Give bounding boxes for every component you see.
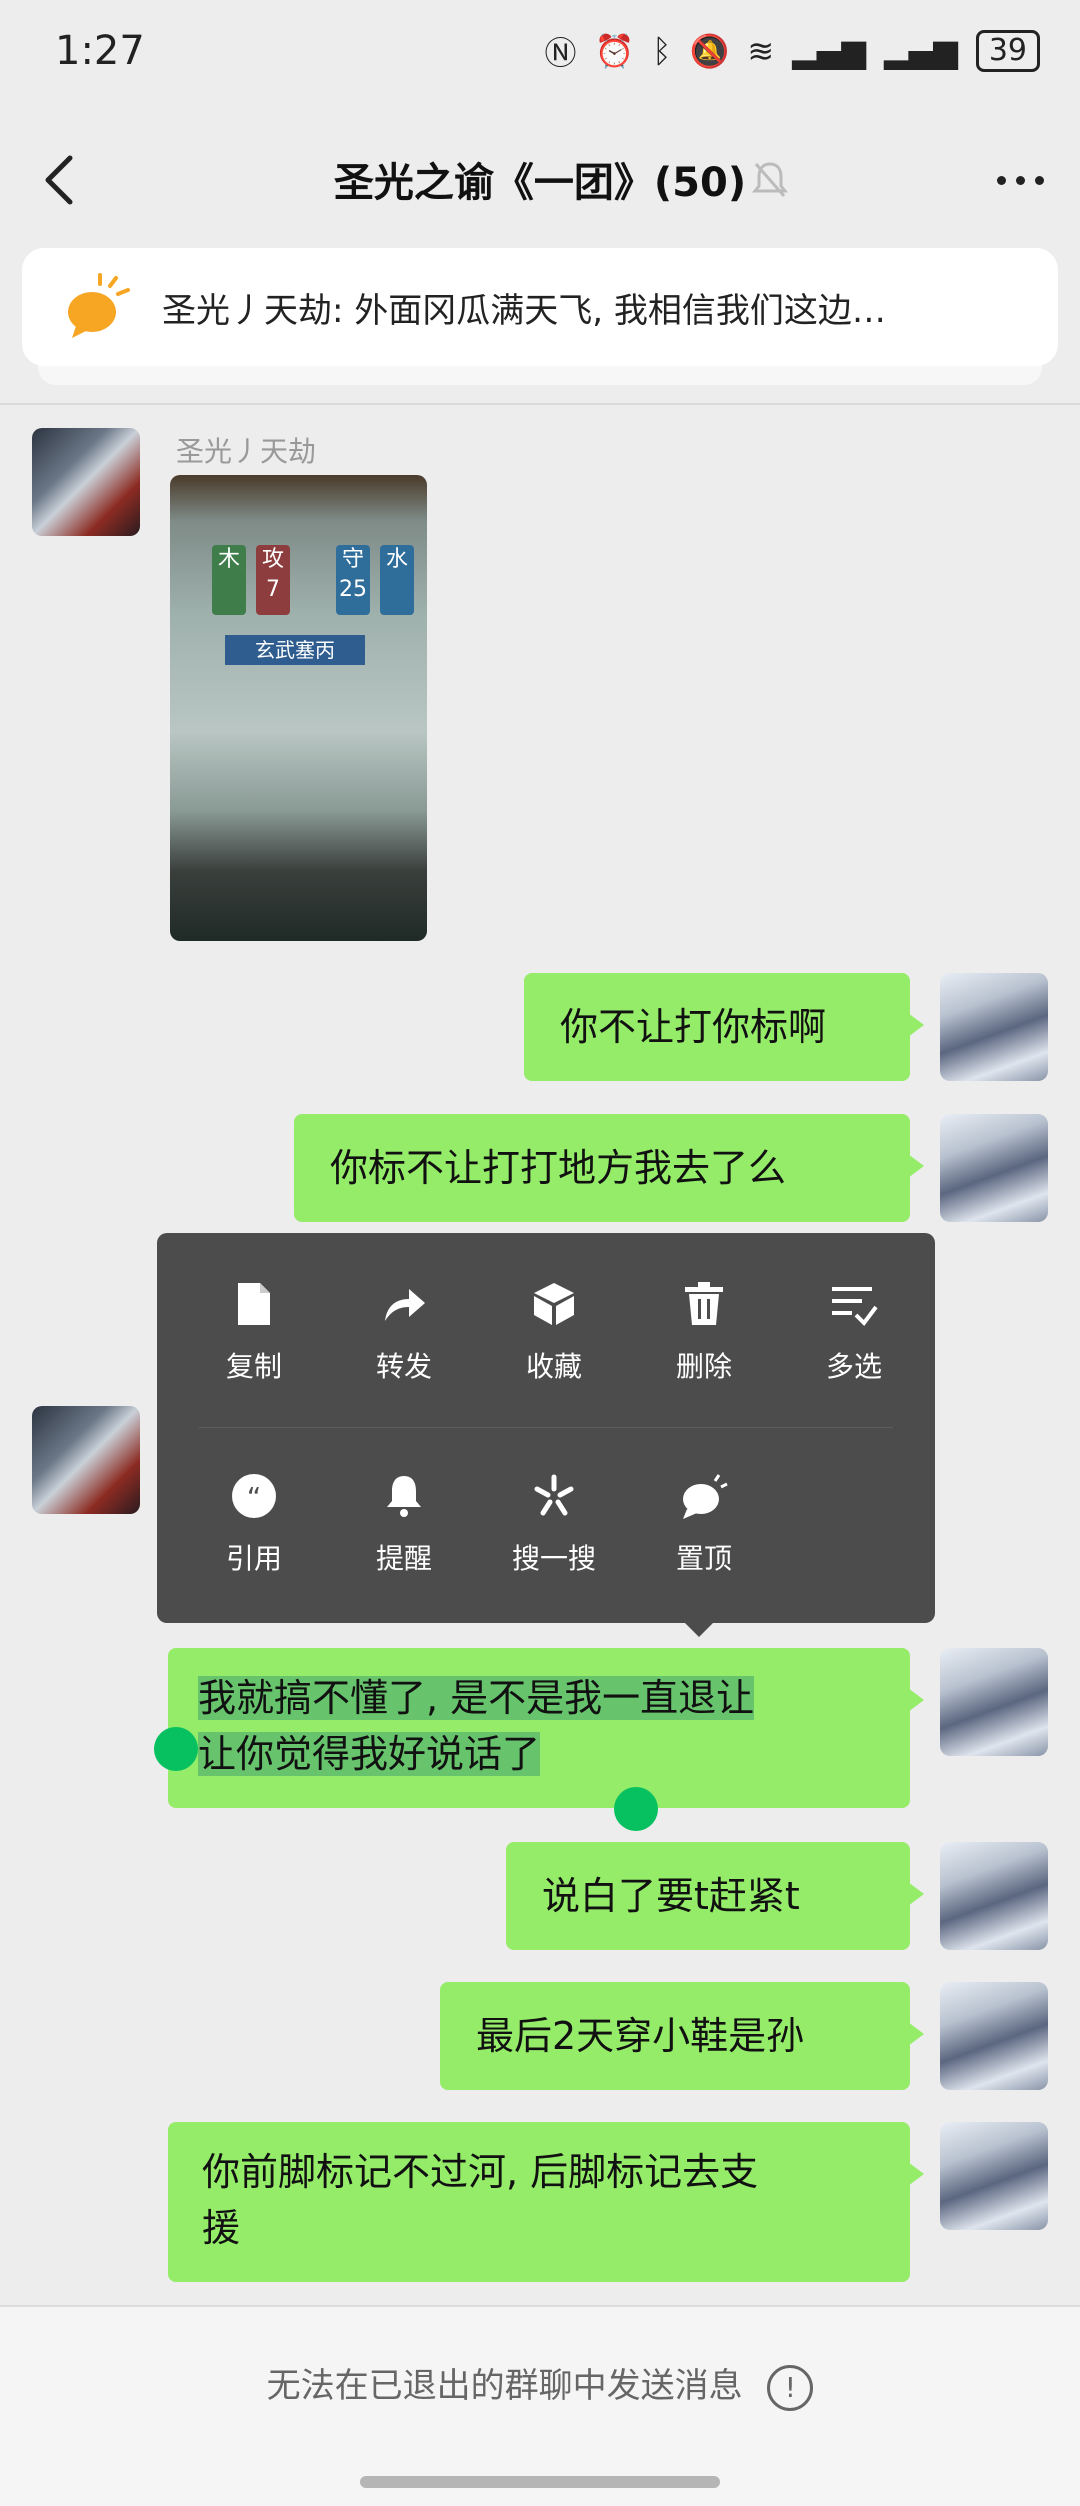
info-icon[interactable]: ! (767, 2364, 814, 2411)
menu-forward-label: 转发 (375, 1350, 432, 1383)
menu-delete-label: 删除 (675, 1350, 732, 1383)
search-spark-icon (534, 1474, 574, 1516)
menu-favorite[interactable]: 收藏 (479, 1281, 629, 1385)
multiselect-icon (832, 1287, 878, 1327)
status-time: 1:27 (55, 28, 145, 74)
menu-multiselect[interactable]: 多选 (779, 1281, 929, 1385)
image-tile: 水 (380, 545, 414, 615)
pin-bubble-icon (683, 1474, 728, 1519)
bluetooth-icon: ᛒ (652, 32, 672, 70)
my-avatar[interactable] (940, 2122, 1048, 2230)
message-text: 你不让打你标啊 (560, 1005, 827, 1049)
quote-icon: “ (232, 1474, 276, 1518)
group-notice[interactable]: 圣光丿天劫: 外面冈瓜满天飞, 我相信我们这边… (22, 248, 1058, 366)
menu-quote-label: 引用 (225, 1542, 282, 1575)
favorite-box-icon (534, 1283, 574, 1325)
cannot-send-notice: 无法在已退出的群聊中发送消息 ! (0, 2358, 1080, 2411)
sender-avatar[interactable] (32, 428, 140, 536)
menu-search-label: 搜一搜 (511, 1542, 596, 1575)
bell-icon (387, 1476, 421, 1517)
message-text-line: 援 (202, 2206, 241, 2250)
selected-message-bubble[interactable]: 我就搞不懂了, 是不是我一直退让 让你觉得我好说话了 (168, 1648, 924, 1808)
my-avatar[interactable] (940, 973, 1048, 1081)
home-indicator[interactable] (360, 2476, 720, 2488)
trash-icon (685, 1282, 723, 1325)
more-options-icon[interactable] (997, 176, 1044, 185)
alarm-icon: ⏰ (594, 32, 635, 70)
message-bubble[interactable]: 说白了要t赶紧t (506, 1842, 924, 1950)
menu-favorite-label: 收藏 (525, 1350, 582, 1383)
sender-name: 圣光丿天劫 (176, 435, 317, 468)
menu-remind-label: 提醒 (375, 1542, 432, 1575)
menu-multiselect-label: 多选 (825, 1350, 882, 1383)
menu-pin[interactable]: 置顶 (629, 1473, 779, 1577)
my-avatar[interactable] (940, 1114, 1048, 1222)
copy-icon (238, 1283, 270, 1325)
image-tile: 木 (212, 545, 246, 615)
my-avatar[interactable] (940, 1648, 1048, 1756)
menu-quote[interactable]: “ 引用 (179, 1473, 329, 1577)
message-bubble[interactable]: 最后2天穿小鞋是孙 (440, 1982, 924, 2090)
menu-copy-label: 复制 (225, 1350, 282, 1383)
message-bubble[interactable]: 你前脚标记不过河, 后脚标记去支 援 (168, 2122, 924, 2282)
message-text-line: 你前脚标记不过河, 后脚标记去支 (202, 2150, 759, 2194)
status-icons: Ⓝ ⏰ ᛒ 🔕 ≋ ▂▄▆ ▂▄▆ 39 (544, 28, 1040, 74)
message-context-menu: 复制 转发 收藏 删除 多选 “ 引用 提醒 搜一搜 置顶 (157, 1233, 935, 1637)
message-text: 最后2天穿小鞋是孙 (476, 2014, 805, 2058)
signal-icon: ▂▄▆ (883, 32, 958, 70)
menu-copy[interactable]: 复制 (179, 1281, 329, 1385)
message-text-line: 我就搞不懂了, 是不是我一直退让 (198, 1676, 755, 1720)
divider (0, 403, 1080, 405)
image-tile: 攻7 (256, 545, 290, 615)
svg-text:“: “ (247, 1481, 262, 1514)
image-message[interactable]: 木 攻7 守25 水 玄武塞丙 (170, 475, 427, 941)
message-bubble[interactable]: 你不让打你标啊 (524, 973, 924, 1081)
menu-search[interactable]: 搜一搜 (479, 1473, 629, 1577)
my-avatar[interactable] (940, 1842, 1048, 1950)
message-text: 你标不让打打地方我去了么 (330, 1146, 787, 1190)
my-avatar[interactable] (940, 1982, 1048, 2090)
menu-separator (199, 1427, 893, 1428)
message-text-line: 让你觉得我好说话了 (198, 1732, 541, 1776)
battery-icon: 39 (975, 30, 1040, 72)
message-text: 说白了要t赶紧t (542, 1874, 800, 1918)
menu-remind[interactable]: 提醒 (329, 1473, 479, 1577)
wifi-icon: ≋ (747, 32, 775, 70)
chat-title: 圣光之谕《一团》(50) (333, 160, 747, 206)
muted-notification-icon (752, 162, 788, 197)
mute-bell-icon: 🔕 (689, 32, 730, 70)
forward-icon (385, 1289, 425, 1321)
cannot-send-text: 无法在已退出的群聊中发送消息 (266, 2366, 743, 2406)
menu-pin-label: 置顶 (675, 1542, 732, 1575)
nfc-icon: Ⓝ (544, 34, 577, 72)
menu-delete[interactable]: 删除 (629, 1281, 779, 1385)
selection-start-handle[interactable] (154, 1727, 198, 1771)
notice-bubble-icon (68, 273, 130, 338)
selection-end-handle[interactable] (614, 1787, 658, 1831)
message-bubble[interactable]: 你标不让打打地方我去了么 (294, 1114, 924, 1222)
menu-forward[interactable]: 转发 (329, 1281, 479, 1385)
notice-text: 圣光丿天劫: 外面冈瓜满天飞, 我相信我们这边… (162, 290, 886, 331)
image-banner: 玄武塞丙 (225, 635, 365, 665)
image-tile: 守25 (336, 545, 370, 615)
signal-icon: ▂▄▆ (792, 32, 866, 70)
sender-avatar[interactable] (32, 1406, 140, 1514)
